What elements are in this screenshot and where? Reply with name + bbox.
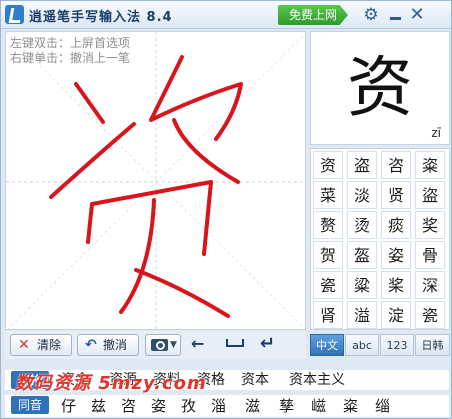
homophone-char[interactable]: 仔 [61, 396, 76, 416]
undo-label: 撤消 [103, 338, 128, 352]
clear-icon: ✕ [18, 337, 30, 353]
word-item[interactable]: 资本主义 [289, 370, 345, 390]
undo-button[interactable]: ↶ 撤消 [77, 334, 139, 356]
mode-tabs: 中文 abc 123 日韩 [310, 334, 450, 356]
preview-pinyin: zī [431, 126, 441, 140]
candidate-cell[interactable]: 深 [415, 271, 445, 299]
stroke-4 [172, 118, 240, 184]
candidate-cell[interactable]: 资 [313, 151, 343, 179]
tab-abc[interactable]: abc [345, 334, 379, 356]
candidate-cell[interactable]: 盗 [347, 151, 377, 179]
handwriting-pad[interactable]: 左键双击：上屏首选项 右键单击：撤消上一笔 [5, 31, 306, 330]
homophone-char[interactable]: 缁 [375, 396, 390, 416]
free-internet-button[interactable]: 免费上网 [278, 5, 348, 25]
ime-window: 逍遥笔手写输入法 8.4 免费上网 ⚙ ✕ 左键双击：上屏首选项 右键单击：撤消… [0, 0, 452, 419]
recognized-char-preview: 资 zī [310, 31, 450, 145]
clear-label: 清除 [37, 338, 62, 352]
candidate-cell[interactable]: 瓷 [313, 271, 343, 299]
pad-toolbar: ✕ 清除 ↶ 撤消 ▼ ← ↵ [5, 331, 306, 359]
candidate-cell[interactable]: 瓷 [415, 301, 445, 329]
candidate-cell[interactable]: 菜 [313, 181, 343, 209]
candidate-cell[interactable]: 肾 [313, 301, 343, 329]
candidate-grid: 资盗咨粢菜淡贤盜赘烫痰奖贺盔姿骨瓷粱桨深肾溢淀瓷 [310, 148, 450, 330]
stroke-6 [119, 198, 156, 314]
homophones-row: 同音 仔 兹 咨 姿 孜 淄 滋 孳 嵫 粢 缁 [5, 395, 449, 417]
candidate-cell[interactable]: 痰 [381, 211, 411, 239]
homophone-char[interactable]: 咨 [121, 396, 136, 416]
candidate-cell[interactable]: 粢 [415, 151, 445, 179]
candidate-cell[interactable]: 盔 [347, 241, 377, 269]
stroke-7 [134, 268, 230, 318]
preview-char: 资 [347, 49, 413, 126]
candidate-cell[interactable]: 溢 [347, 301, 377, 329]
enter-icon[interactable]: ↵ [260, 333, 275, 354]
word-item[interactable]: 资本 [241, 370, 269, 390]
homophone-char[interactable]: 淄 [211, 396, 226, 416]
homophones-label: 同音 [11, 396, 49, 414]
candidate-cell[interactable]: 烫 [347, 211, 377, 239]
backspace-arrow-icon[interactable]: ← [191, 334, 204, 353]
tab-chinese[interactable]: 中文 [310, 334, 344, 356]
tab-123[interactable]: 123 [380, 334, 414, 356]
app-logo-icon [5, 5, 24, 24]
candidate-cell[interactable]: 赘 [313, 211, 343, 239]
homophone-char[interactable]: 嵫 [311, 396, 326, 416]
candidate-cell[interactable]: 淡 [347, 181, 377, 209]
homophone-char[interactable]: 兹 [91, 396, 106, 416]
candidate-cell[interactable]: 贺 [313, 241, 343, 269]
clear-button[interactable]: ✕ 清除 [10, 334, 72, 356]
candidate-cell[interactable]: 桨 [381, 271, 411, 299]
undo-icon: ↶ [85, 337, 97, 353]
candidate-cell[interactable]: 盜 [415, 181, 445, 209]
screenshot-button[interactable]: ▼ [145, 334, 181, 356]
candidate-cell[interactable]: 骨 [415, 241, 445, 269]
chevron-down-icon[interactable]: ▼ [170, 335, 177, 355]
homophone-char[interactable]: 孳 [279, 396, 294, 416]
stroke-1 [74, 82, 105, 124]
candidate-cell[interactable]: 咨 [381, 151, 411, 179]
homophone-char[interactable]: 孜 [181, 396, 196, 416]
tab-japanese-korean[interactable]: 日韩 [415, 334, 450, 356]
candidate-cell[interactable]: 淀 [381, 301, 411, 329]
hint-right-click: 右键单击：撤消上一笔 [10, 51, 131, 65]
candidate-cell[interactable]: 粱 [347, 271, 377, 299]
homophone-char[interactable]: 滋 [245, 396, 260, 416]
stroke-2 [49, 122, 136, 199]
candidate-cell[interactable]: 姿 [381, 241, 411, 269]
camera-icon [151, 339, 168, 351]
close-icon[interactable]: ✕ [407, 5, 427, 25]
homophone-char[interactable]: 粢 [343, 396, 358, 416]
candidate-cell[interactable]: 贤 [381, 181, 411, 209]
stroke-3 [149, 55, 243, 141]
homophone-char[interactable]: 姿 [151, 396, 166, 416]
handwriting-canvas[interactable] [6, 32, 306, 330]
title-bar[interactable]: 逍遥笔手写输入法 8.4 免费上网 ⚙ ✕ [1, 1, 451, 29]
space-icon[interactable] [226, 339, 244, 347]
window-title: 逍遥笔手写输入法 8.4 [29, 10, 173, 25]
gear-icon[interactable]: ⚙ [361, 5, 381, 25]
minimize-icon[interactable] [385, 5, 405, 25]
candidate-cell[interactable]: 奖 [415, 211, 445, 239]
watermark-text: 数码资源 5mzy.com [15, 373, 207, 394]
